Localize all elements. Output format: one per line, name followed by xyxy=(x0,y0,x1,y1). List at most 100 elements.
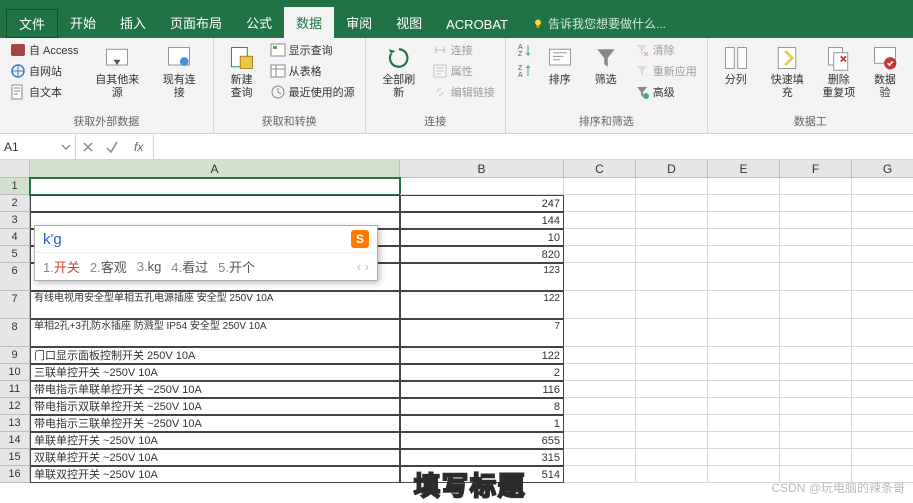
from-access[interactable]: 自 Access xyxy=(6,40,83,60)
cell[interactable] xyxy=(708,263,780,291)
cell[interactable] xyxy=(564,364,636,381)
cell[interactable] xyxy=(780,195,852,212)
cell[interactable] xyxy=(636,212,708,229)
cell[interactable] xyxy=(564,347,636,364)
cell[interactable] xyxy=(780,263,852,291)
row-header[interactable]: 7 xyxy=(0,291,30,319)
cell[interactable]: 122 xyxy=(400,291,564,319)
cell[interactable]: 144 xyxy=(400,212,564,229)
cancel-icon[interactable] xyxy=(80,139,96,155)
col-header-C[interactable]: C xyxy=(564,160,636,178)
cell[interactable] xyxy=(780,319,852,347)
cell[interactable] xyxy=(852,415,913,432)
cell[interactable] xyxy=(852,319,913,347)
cell[interactable] xyxy=(636,415,708,432)
sort-az[interactable]: AZ xyxy=(512,40,536,60)
col-header-G[interactable]: G xyxy=(852,160,913,178)
row-header[interactable]: 13 xyxy=(0,415,30,432)
sort-za[interactable]: ZA xyxy=(512,61,536,81)
cell[interactable]: 247 xyxy=(400,195,564,212)
advanced-filter[interactable]: 高级 xyxy=(630,82,701,102)
cell[interactable] xyxy=(564,415,636,432)
cell[interactable] xyxy=(708,229,780,246)
cell[interactable]: 双联单控开关 ~250V 10A xyxy=(30,449,400,466)
cell[interactable] xyxy=(636,449,708,466)
row-header[interactable]: 16 xyxy=(0,466,30,483)
edit-links[interactable]: 编辑链接 xyxy=(428,82,499,102)
connections[interactable]: 连接 xyxy=(428,40,499,60)
tab-insert[interactable]: 插入 xyxy=(108,7,158,38)
cell[interactable] xyxy=(708,364,780,381)
tab-file[interactable]: 文件 xyxy=(6,9,58,38)
row-header[interactable]: 3 xyxy=(0,212,30,229)
row-header[interactable]: 15 xyxy=(0,449,30,466)
cell[interactable] xyxy=(636,319,708,347)
cell[interactable]: 123 xyxy=(400,263,564,291)
cell[interactable]: 315 xyxy=(400,449,564,466)
cell[interactable] xyxy=(636,432,708,449)
row-header[interactable]: 12 xyxy=(0,398,30,415)
cell[interactable] xyxy=(30,178,400,195)
ime-nav[interactable]: ‹ › xyxy=(357,259,369,274)
cell[interactable] xyxy=(852,432,913,449)
cell[interactable] xyxy=(564,319,636,347)
cell[interactable] xyxy=(564,246,636,263)
cell[interactable] xyxy=(780,291,852,319)
row-header[interactable]: 1 xyxy=(0,178,30,195)
cell[interactable] xyxy=(564,398,636,415)
cell[interactable] xyxy=(780,432,852,449)
cell[interactable] xyxy=(708,212,780,229)
cell[interactable]: 单相2孔+3孔防水插座 防溅型 IP54 安全型 250V 10A xyxy=(30,319,400,347)
cell[interactable]: 10 xyxy=(400,229,564,246)
tab-data[interactable]: 数据 xyxy=(284,7,334,38)
cell[interactable] xyxy=(852,398,913,415)
row-header[interactable]: 8 xyxy=(0,319,30,347)
cell[interactable] xyxy=(564,291,636,319)
cell[interactable]: 三联单控开关 ~250V 10A xyxy=(30,364,400,381)
cell[interactable] xyxy=(708,347,780,364)
cell[interactable] xyxy=(636,263,708,291)
cell[interactable]: 带电指示双联单控开关 ~250V 10A xyxy=(30,398,400,415)
cell[interactable] xyxy=(708,291,780,319)
fx-label[interactable]: fx xyxy=(128,140,149,154)
clear-filter[interactable]: 清除 xyxy=(630,40,701,60)
cell[interactable] xyxy=(780,415,852,432)
cell[interactable]: 带电指示三联单控开关 ~250V 10A xyxy=(30,415,400,432)
cell[interactable] xyxy=(636,398,708,415)
tab-review[interactable]: 审阅 xyxy=(334,7,384,38)
cell[interactable] xyxy=(780,178,852,195)
cell[interactable] xyxy=(852,449,913,466)
cell[interactable]: 122 xyxy=(400,347,564,364)
cell[interactable]: 门口显示面板控制开关 250V 10A xyxy=(30,347,400,364)
cell[interactable]: 116 xyxy=(400,381,564,398)
tab-layout[interactable]: 页面布局 xyxy=(158,7,234,38)
enter-icon[interactable] xyxy=(104,139,120,155)
select-all-corner[interactable] xyxy=(0,160,30,178)
ime-candidate[interactable]: 3.kg xyxy=(137,259,162,274)
col-header-F[interactable]: F xyxy=(780,160,852,178)
cell[interactable] xyxy=(564,449,636,466)
cell[interactable] xyxy=(564,432,636,449)
cell[interactable]: 单联双控开关 ~250V 10A xyxy=(30,466,400,483)
row-header[interactable]: 9 xyxy=(0,347,30,364)
refresh-all[interactable]: 全部刷新 xyxy=(372,40,426,111)
cell[interactable]: 有线电视用安全型单相五孔电源插座 安全型 250V 10A xyxy=(30,291,400,319)
reapply[interactable]: 重新应用 xyxy=(630,61,701,81)
col-header-A[interactable]: A xyxy=(30,160,400,178)
cell[interactable]: 8 xyxy=(400,398,564,415)
cell[interactable] xyxy=(636,246,708,263)
cell[interactable] xyxy=(852,212,913,229)
cell[interactable]: 7 xyxy=(400,319,564,347)
ime-candidate[interactable]: 2.客观 xyxy=(90,257,127,276)
cell[interactable] xyxy=(852,381,913,398)
cell[interactable] xyxy=(708,466,780,483)
cell[interactable] xyxy=(636,291,708,319)
existing-conn[interactable]: 现有连接 xyxy=(152,40,207,111)
tab-acrobat[interactable]: ACROBAT xyxy=(434,11,520,38)
row-header[interactable]: 2 xyxy=(0,195,30,212)
show-queries[interactable]: 显示查询 xyxy=(266,40,359,60)
cell[interactable] xyxy=(708,449,780,466)
cell[interactable] xyxy=(708,381,780,398)
ime-popup[interactable]: k'g S 1.开关2.客观3.kg4.看过5.开个‹ › xyxy=(34,225,378,281)
filter[interactable]: 筛选 xyxy=(584,40,628,111)
